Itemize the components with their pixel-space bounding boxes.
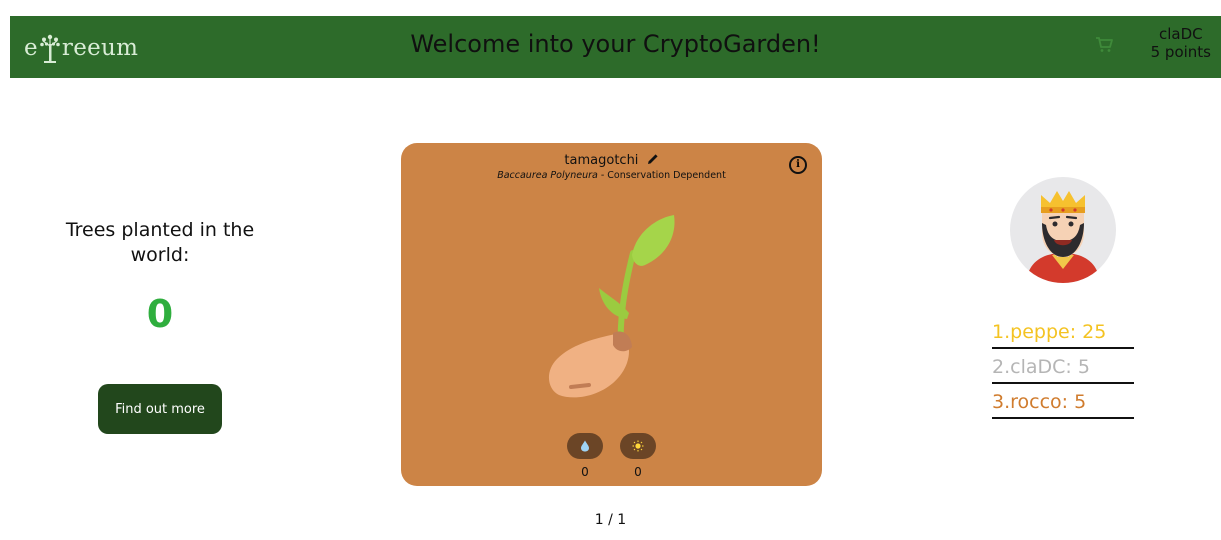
leaderboard: 1.peppe: 25 2.claDC: 5 3.rocco: 5: [992, 318, 1134, 423]
water-drop-icon: [581, 440, 589, 452]
trees-planted-label: Trees planted in the world:: [65, 219, 255, 266]
plant-conservation-status: - Conservation Dependent: [597, 170, 726, 181]
pencil-icon[interactable]: [647, 153, 659, 165]
leaderboard-row: 1.peppe: 25: [992, 318, 1134, 349]
sun-count: 0: [634, 465, 642, 479]
info-icon[interactable]: i: [789, 156, 807, 174]
plant-card: tamagotchi Baccaurea Polyneura - Conserv…: [401, 143, 822, 486]
sprout-illustration: [548, 215, 675, 398]
leaderboard-row: 2.claDC: 5: [992, 353, 1134, 384]
trees-planted-count: 0: [146, 292, 174, 336]
water-count: 0: [581, 465, 589, 479]
username: claDC: [1158, 25, 1203, 43]
sun-button[interactable]: [620, 433, 656, 459]
trees-panel: Trees planted in the world: 0: [45, 218, 275, 336]
pager: 1 / 1: [594, 512, 627, 528]
leaderboard-row: 3.rocco: 5: [992, 388, 1134, 419]
page-title: Welcome into your CryptoGarden!: [410, 30, 821, 58]
water-button[interactable]: [567, 433, 603, 459]
top-bar: e reeum Welcome into your CryptoGarden! …: [10, 16, 1221, 78]
sun-icon: [632, 440, 644, 452]
cart-icon[interactable]: [1094, 34, 1114, 54]
plant-name-row: tamagotchi: [401, 153, 822, 168]
plant-species: Baccaurea Polyneura: [497, 170, 598, 181]
avatar[interactable]: [1010, 177, 1116, 283]
find-out-more-button[interactable]: Find out more: [98, 384, 222, 434]
user-points: 5 points: [1150, 43, 1211, 61]
plant-species-row: Baccaurea Polyneura - Conservation Depen…: [401, 170, 822, 181]
user-info[interactable]: claDC 5 points: [1151, 25, 1211, 61]
plant-name: tamagotchi: [564, 153, 639, 168]
